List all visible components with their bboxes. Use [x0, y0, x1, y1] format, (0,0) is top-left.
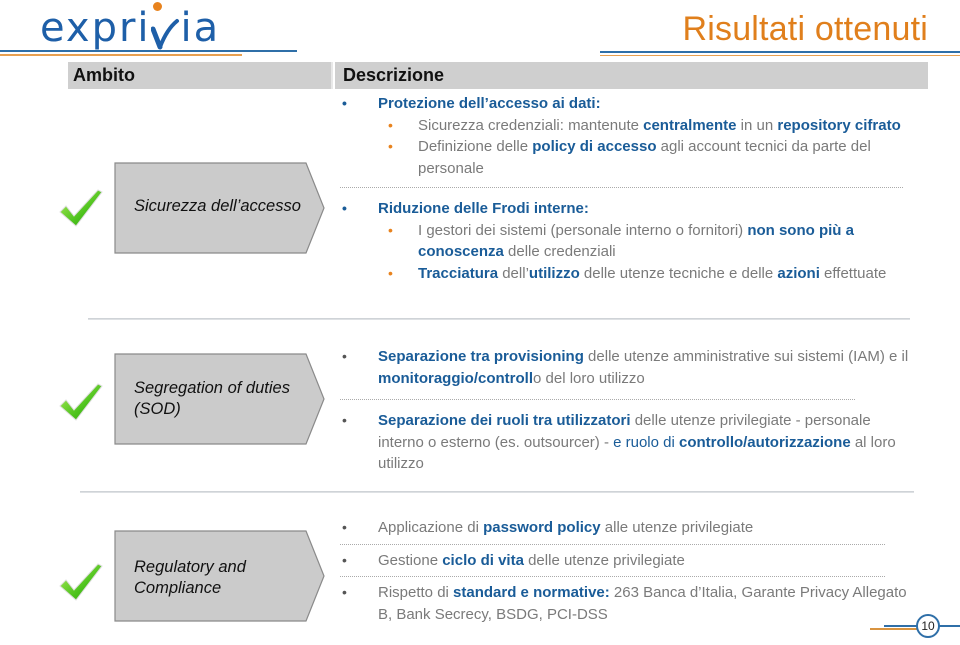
page-number: 10 — [916, 614, 940, 638]
bullet-item: Separazione tra provisioning delle utenz… — [340, 346, 915, 389]
row-separator — [80, 491, 914, 493]
highlight-text: monitoraggio/controll — [378, 369, 533, 387]
body-text: alle utenze privilegiate — [600, 519, 754, 536]
ambito-arrow-regulatory: Regulatory and Compliance — [114, 530, 326, 622]
footer-rule-blue — [884, 625, 920, 627]
highlight-text: controllo/autorizzazione — [678, 433, 851, 451]
logo-wordmark: expri ia — [40, 5, 221, 51]
group-title: Riduzione delle Frodi interne: — [340, 198, 915, 220]
ambito-label: Regulatory and Compliance — [134, 557, 246, 599]
ambito-label-line1: Segregation of duties — [134, 379, 290, 397]
logo-dot — [153, 2, 162, 11]
bullet-item: Applicazione di password policy alle ute… — [340, 517, 915, 539]
ambito-label: Sicurezza dell’accesso — [134, 197, 301, 215]
highlight-text: azioni — [777, 264, 820, 282]
highlight-text: centralmente — [643, 116, 737, 134]
column-header-descrizione: Descrizione — [335, 62, 928, 89]
header-rule-orange-right — [600, 55, 960, 56]
body-text: delle credenziali — [503, 243, 616, 260]
description-sod: Separazione tra provisioning delle utenz… — [340, 346, 915, 475]
footer-rule-blue-right — [938, 625, 960, 627]
description-sicurezza: Protezione dell’accesso ai dati:Sicurezz… — [340, 93, 915, 284]
ambito-label: Segregation of duties (SOD) — [134, 378, 290, 420]
logo-v-mark — [150, 19, 179, 50]
body-text: delle utenze privilegiate — [523, 551, 685, 569]
header-rule-orange-left — [0, 54, 242, 56]
ambito-arrow-sicurezza: Sicurezza dell’accesso — [114, 162, 326, 254]
ambito-label-line1: Regulatory and — [134, 558, 246, 576]
bullet-item: Separazione dei ruoli tra utilizzatori d… — [340, 410, 915, 475]
body-text: Definizione delle — [418, 138, 533, 155]
highlight-text: utilizzo — [528, 264, 580, 282]
highlight-text: policy di accesso — [532, 138, 657, 155]
description-regulatory: Applicazione di password policy alle ute… — [340, 517, 915, 625]
highlight-text: Separazione dei ruoli tra utilizzatori — [378, 412, 631, 429]
header-rule-blue-left — [0, 50, 297, 52]
ambito-arrow-sod: Segregation of duties (SOD) — [114, 353, 326, 445]
body-text: Rispetto di — [378, 584, 454, 601]
ambito-label-line2: Compliance — [134, 579, 222, 597]
row-separator — [88, 318, 910, 320]
dotted-divider — [340, 399, 855, 400]
highlight-text: Tracciatura — [418, 264, 499, 282]
body-text: delle utenze tecniche e delle — [579, 264, 778, 282]
body-text: effettuate — [819, 264, 887, 282]
body-text: delle utenze amministrative sui sistemi … — [583, 348, 909, 365]
check-icon — [58, 382, 104, 422]
column-header-ambito: Ambito — [68, 62, 333, 89]
highlight-text: repository cifrato — [777, 116, 901, 134]
body-text: I gestori dei sistemi (personale interno… — [418, 221, 748, 239]
footer-rule-orange — [870, 628, 920, 630]
body-text: Sicurezza credenziali: mantenute — [418, 116, 644, 134]
highlight-text: Separazione tra provisioning — [378, 348, 584, 365]
bullet-item: Gestione ciclo di vita delle utenze priv… — [340, 550, 915, 572]
dotted-divider — [340, 187, 903, 188]
check-icon — [58, 188, 104, 228]
dotted-divider — [340, 576, 885, 577]
bullet-item: Rispetto di standard e normative: 263 Ba… — [340, 582, 915, 625]
sub-bullet-item: I gestori dei sistemi (personale interno… — [340, 220, 915, 263]
check-icon — [58, 562, 104, 602]
dotted-divider — [340, 543, 885, 545]
body-text: in un — [736, 116, 778, 134]
body-text: dell’ — [498, 264, 529, 282]
body-text: e ruolo di — [613, 433, 679, 451]
page-title: Risultati ottenuti — [682, 10, 928, 48]
body-text: o del loro utilizzo — [533, 369, 645, 387]
body-text: Applicazione di — [378, 519, 484, 536]
sub-bullet-item: Definizione delle policy di accesso agli… — [340, 136, 915, 179]
body-text: Gestione — [378, 551, 443, 569]
sub-bullet-item: Sicurezza credenziali: mantenute central… — [340, 115, 915, 137]
header-rule-blue-right — [600, 51, 960, 53]
highlight-text: standard e normative: — [453, 584, 610, 601]
highlight-text: password policy — [483, 519, 601, 536]
ambito-label-line2: (SOD) — [134, 400, 181, 418]
sub-bullet-item: Tracciatura dell’utilizzo delle utenze t… — [340, 263, 915, 285]
exprivia-logo: expri ia — [40, 2, 220, 50]
highlight-text: ciclo di vita — [442, 551, 524, 569]
group-title: Protezione dell’accesso ai dati: — [340, 93, 915, 115]
